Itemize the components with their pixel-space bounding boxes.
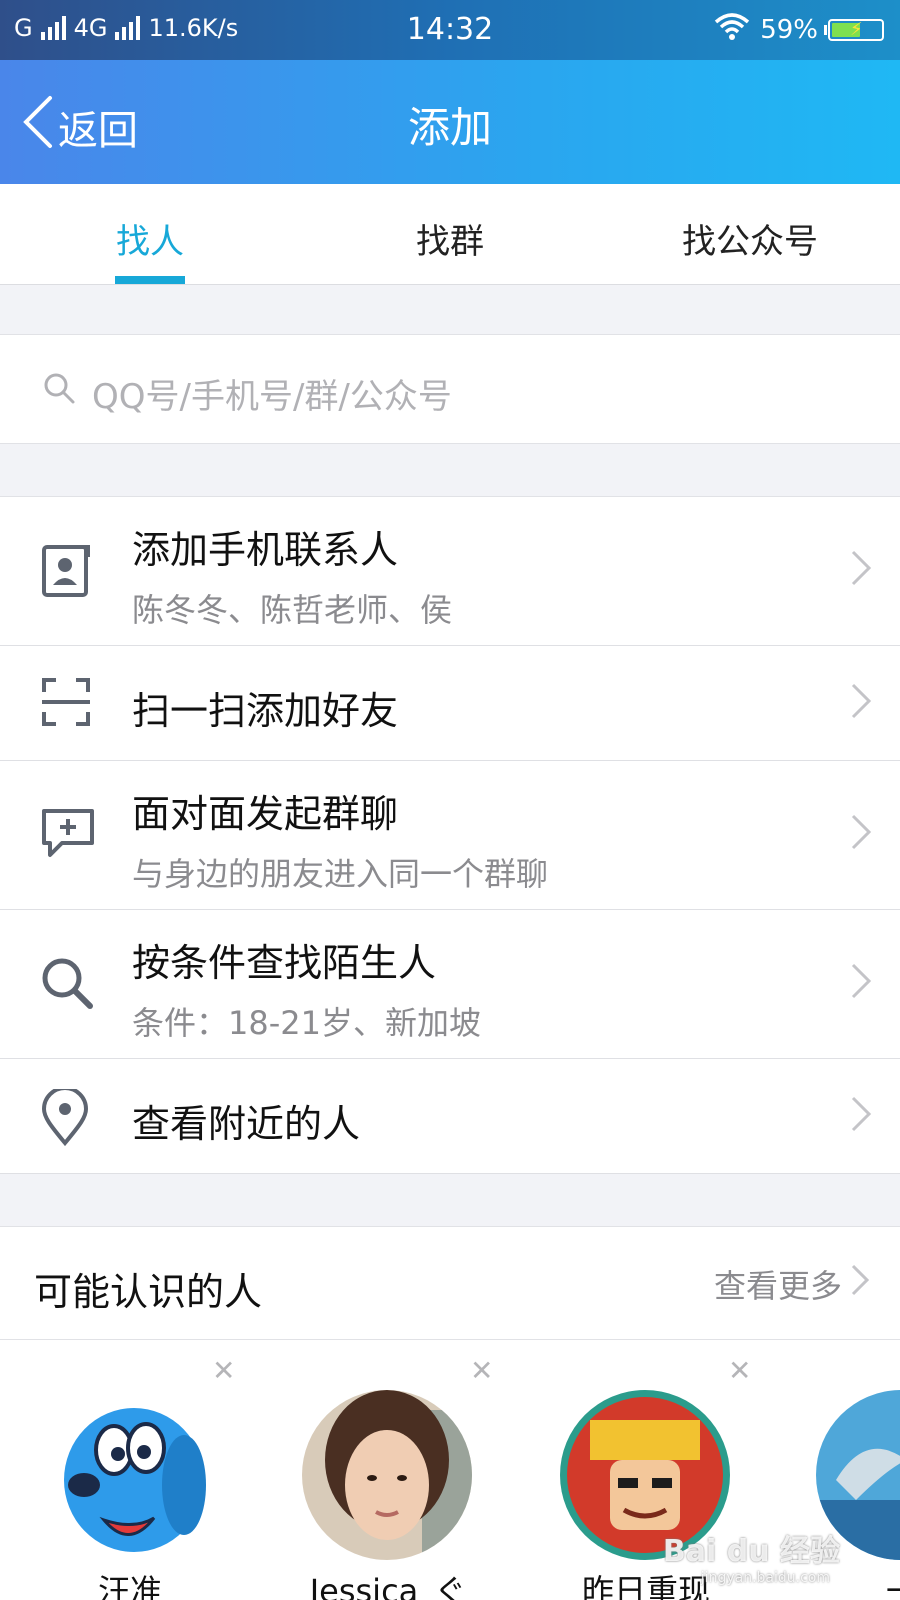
location-pin-icon: [40, 1086, 90, 1151]
see-more-button[interactable]: 查看更多: [714, 1261, 870, 1307]
tab-bar: 找人 找群 找公众号: [0, 184, 900, 285]
search-placeholder: QQ号/手机号/群/公众号: [92, 377, 452, 417]
item-subtitle: 条件：18-21岁、新加坡: [132, 1004, 481, 1042]
chevron-right-icon: [850, 1095, 872, 1137]
add-options-list: 添加手机联系人 陈冬冬、陈哲老师、侯 扫一扫添加好友 面对面发起群聊 与身边的朋…: [0, 496, 900, 1174]
blue-dog-avatar[interactable]: [44, 1390, 214, 1560]
chevron-right-icon: [850, 1263, 870, 1305]
may-know-carousel[interactable]: ✕ 汪准 ✕ Jessica_ぐ ✕ 昨日重现 Bai du 经验 jingya…: [0, 1340, 900, 1600]
contact-card-icon: [40, 543, 92, 603]
watermark-brand: Bai du 经验: [662, 1534, 840, 1569]
close-icon[interactable]: ✕: [470, 1354, 493, 1387]
battery-icon: ⚡: [824, 18, 884, 41]
status-right: 59% ⚡: [714, 12, 884, 47]
chevron-right-icon: [850, 682, 872, 724]
search-icon: [42, 371, 76, 409]
chevron-right-icon: [850, 962, 872, 1004]
tab-label: 找群: [416, 222, 484, 262]
tab-label: 找公众号: [682, 222, 818, 262]
scan-add-friend-item[interactable]: 扫一扫添加好友: [0, 646, 900, 761]
search-input[interactable]: QQ号/手机号/群/公众号: [0, 334, 900, 444]
item-title: 扫一扫添加好友: [132, 689, 399, 733]
person-card[interactable]: ✕ Jessica_ぐ: [258, 1340, 498, 1600]
chevron-right-icon: [850, 813, 872, 855]
person-card[interactable]: ✕ 汪准: [0, 1340, 240, 1600]
wifi-icon: [714, 12, 750, 47]
tab-find-people[interactable]: 找人: [0, 184, 300, 284]
people-nearby-item[interactable]: 查看附近的人: [0, 1059, 900, 1174]
find-strangers-item[interactable]: 按条件查找陌生人 条件：18-21岁、新加坡: [0, 910, 900, 1059]
person-name: 汪准: [97, 1572, 162, 1600]
page-title: 添加: [407, 103, 492, 152]
battery-percent: 59%: [760, 14, 818, 45]
add-phone-contacts-item[interactable]: 添加手机联系人 陈冬冬、陈哲老师、侯: [0, 497, 900, 646]
nav-bar: 返回 添加: [0, 60, 900, 184]
chat-add-icon: [40, 807, 96, 865]
item-title: 面对面发起群聊: [132, 792, 399, 836]
tab-find-official-account[interactable]: 找公众号: [600, 184, 900, 284]
tab-find-group[interactable]: 找群: [300, 184, 600, 284]
item-title: 按条件查找陌生人: [132, 941, 437, 985]
see-more-label: 查看更多: [713, 1267, 842, 1305]
item-title: 查看附近的人: [132, 1102, 361, 1146]
woman-photo-avatar[interactable]: [302, 1390, 472, 1560]
close-icon[interactable]: ✕: [728, 1354, 751, 1387]
search-icon: [40, 956, 94, 1014]
watermark-url: jingyan.baidu.com: [700, 1570, 830, 1586]
close-icon[interactable]: ✕: [212, 1354, 235, 1387]
tab-label: 找人: [116, 222, 184, 262]
person-name: Jessica_ぐ: [309, 1572, 467, 1600]
face-to-face-group-item[interactable]: 面对面发起群聊 与身边的朋友进入同一个群聊: [0, 761, 900, 910]
status-bar: G 4G 11.6K/s 14:32 59% ⚡: [0, 0, 900, 60]
item-subtitle: 与身边的朋友进入同一个群聊: [132, 855, 549, 893]
may-know-header: 可能认识的人 查看更多: [0, 1226, 900, 1340]
scan-icon: [40, 676, 92, 732]
section-title: 可能认识的人: [34, 1270, 263, 1314]
tab-active-indicator: [115, 276, 185, 284]
item-subtitle: 陈冬冬、陈哲老师、侯: [132, 591, 453, 629]
item-title: 添加手机联系人: [132, 528, 399, 572]
chevron-right-icon: [850, 549, 872, 591]
